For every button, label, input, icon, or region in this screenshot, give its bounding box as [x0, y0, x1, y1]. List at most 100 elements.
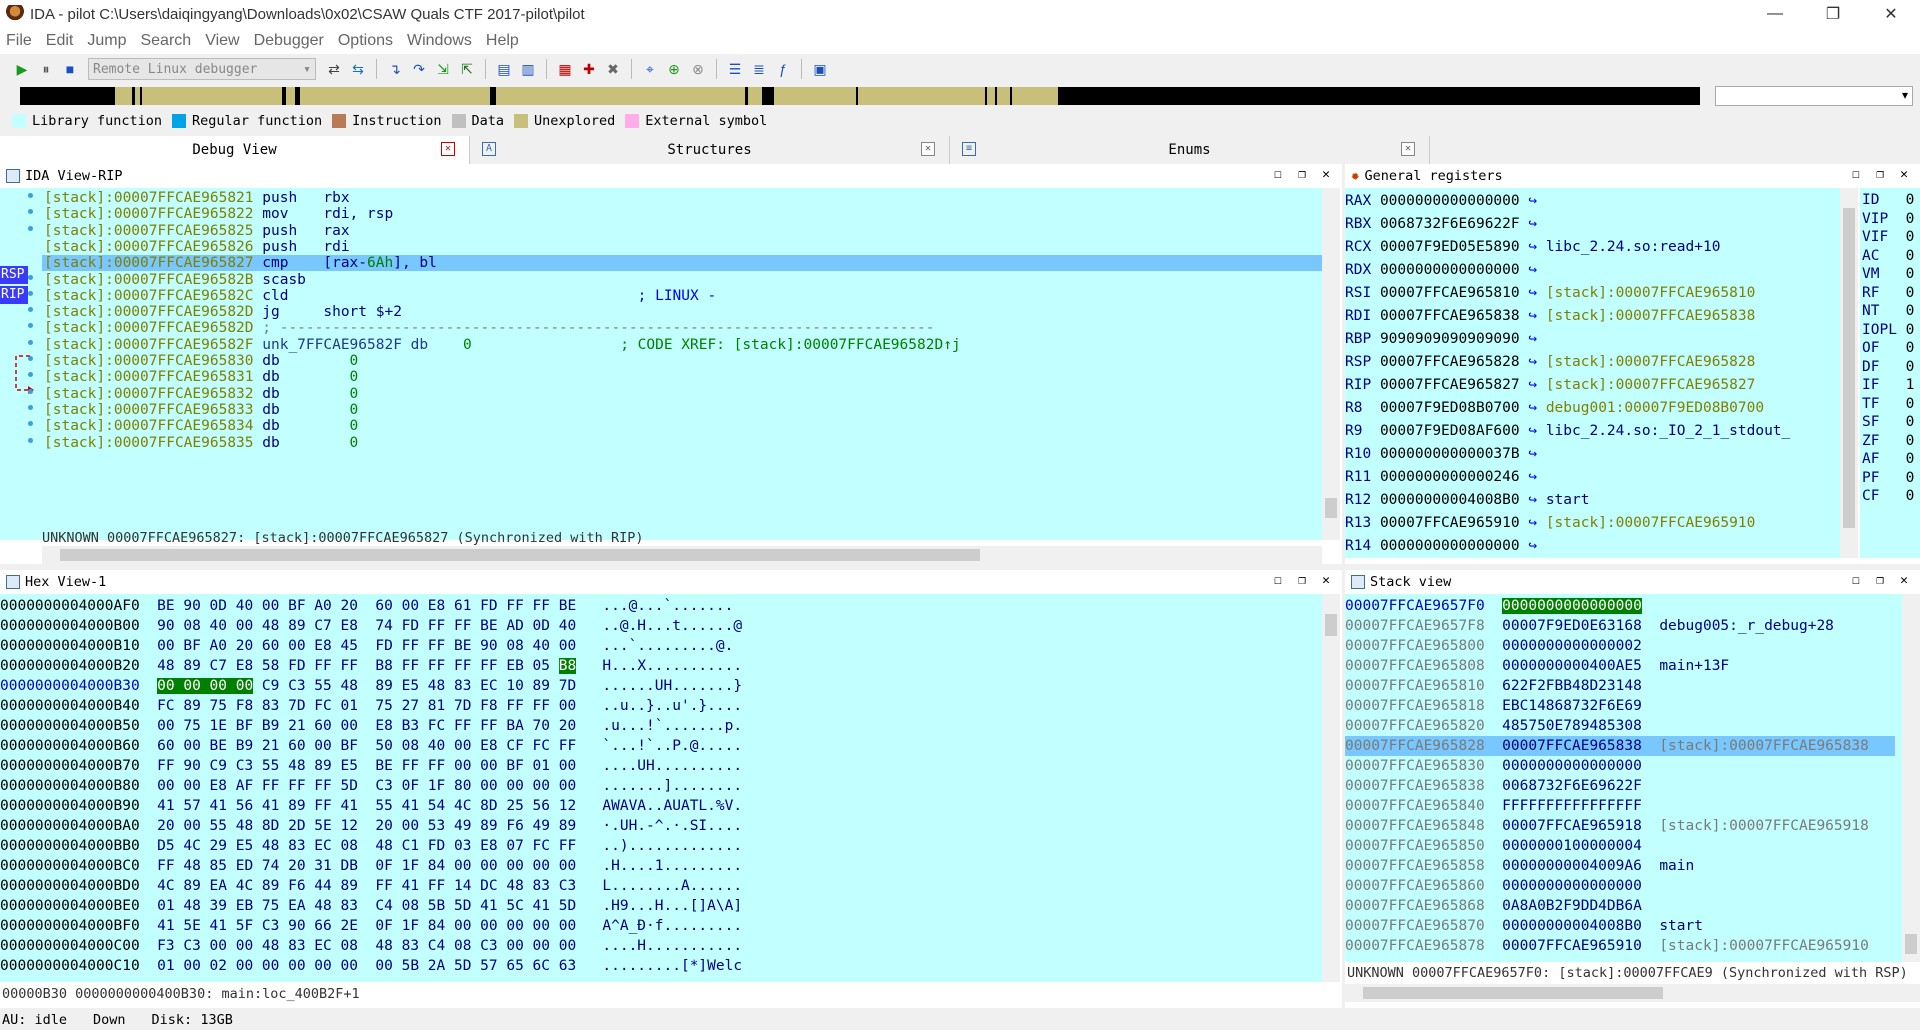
register-list[interactable]: RAX 0000000000000000 ↪ RBX 0068732F6E6962… [1345, 188, 1840, 558]
hex-bytes[interactable]: FF 48 85 ED 74 20 31 DB 0F 1F 84 00 00 0… [157, 858, 576, 874]
stack-view-hscroll[interactable] [1345, 984, 1920, 1002]
stack-row[interactable]: 00007FFCAE965810 622F2FBB48D23148 [1345, 676, 1895, 696]
breakpoint-dot[interactable] [28, 388, 33, 394]
hex-row[interactable]: 0000000004000B80 00 00 E8 AF FF FF FF 5D… [0, 776, 742, 796]
register-reference[interactable]: start [1546, 492, 1590, 508]
register-value[interactable]: 00007FFCAE965810 [1380, 285, 1520, 301]
stack-value[interactable]: 622F2FBB48D23148 [1502, 678, 1642, 694]
menu-options[interactable]: Options [338, 32, 393, 50]
stack-value[interactable]: 0000000000000000 [1502, 598, 1642, 614]
tab-debug-view[interactable]: Debug View ✕ [0, 136, 470, 164]
register-row[interactable]: R12 00000000004008B0 ↪ start [1345, 489, 1840, 512]
hex-bytes[interactable]: 90 08 40 00 48 89 C7 E8 74 FD FF FF BE A… [157, 618, 576, 634]
restore-icon[interactable]: ❐ [1804, 0, 1862, 28]
disasm-line[interactable]: [stack]:00007FFCAE965825 push rax [44, 223, 350, 239]
hex-ascii[interactable]: ..@.H...t......@ [602, 618, 742, 634]
segment-dropdown[interactable] [1715, 86, 1913, 106]
hex-ascii[interactable]: .......]........ [602, 778, 742, 794]
hex-row[interactable]: 0000000004000B40 FC 89 75 F8 83 7D FC 01… [0, 696, 742, 716]
menu-search[interactable]: Search [140, 32, 191, 50]
disasm-line[interactable]: [stack]:00007FFCAE96582D ; -------------… [44, 320, 934, 336]
follow-arrow-icon[interactable]: ↪ [1528, 377, 1537, 393]
flag-value[interactable]: 0 [1906, 414, 1915, 430]
hex-ascii[interactable]: ....UH.......... [602, 758, 742, 774]
register-row[interactable]: RSP 00007FFCAE965828 ↪ [stack]:00007FFCA… [1345, 351, 1840, 374]
panel-close-icon[interactable]: ✕ [1314, 167, 1338, 182]
modules-icon[interactable]: ≣ [749, 59, 769, 79]
follow-arrow-icon[interactable]: ↪ [1528, 308, 1537, 324]
hex-ascii[interactable]: .H9...H...[]A\A] [602, 898, 742, 914]
hex-ascii[interactable]: A^A_Ð·f......... [602, 918, 742, 934]
stack-row[interactable]: 00007FFCAE965820 485750E789485308 [1345, 716, 1895, 736]
hex-bytes[interactable]: 01 00 02 00 00 00 00 00 00 5B 2A 5D 57 6… [157, 958, 576, 974]
stack-trace-icon[interactable]: ☰ [725, 59, 745, 79]
hex-row[interactable]: 0000000004000B50 00 75 1E BF B9 21 60 00… [0, 716, 742, 736]
panel-restore-icon[interactable]: ☐ [1844, 573, 1868, 588]
register-value[interactable]: 00007FFCAE965828 [1380, 354, 1520, 370]
hex-row[interactable]: 0000000004000AF0 BE 90 0D 40 00 BF A0 20… [0, 596, 733, 616]
register-value[interactable]: 00007F9ED08B0700 [1380, 400, 1520, 416]
breakpoint-dot[interactable] [28, 290, 33, 296]
panel-restore-icon[interactable]: ☐ [1266, 167, 1290, 182]
stack-value[interactable]: FFFFFFFFFFFFFFFF [1502, 798, 1642, 814]
register-value[interactable]: 0000000000000246 [1380, 469, 1520, 485]
stack-row[interactable]: 00007FFCAE965868 0A8A0B2F9DD4DB6A [1345, 896, 1895, 916]
segments-icon[interactable]: ▣ [810, 59, 830, 79]
stack-reference[interactable]: start [1659, 918, 1703, 934]
hex-ascii[interactable]: ...@...`....... [602, 598, 733, 614]
hex-row[interactable]: 0000000004000B10 00 BF A0 20 60 00 E8 45… [0, 636, 733, 656]
register-reference[interactable]: [stack]:00007FFCAE965828 [1546, 354, 1756, 370]
register-row[interactable]: RSI 00007FFCAE965810 ↪ [stack]:00007FFCA… [1345, 282, 1840, 305]
stack-value[interactable]: 0000000000000000 [1502, 878, 1642, 894]
stack-view-vscroll[interactable] [1902, 594, 1920, 962]
follow-arrow-icon[interactable]: ↪ [1528, 400, 1537, 416]
flags-list[interactable]: ID 0 VIP 0 VIF 0 AC 0 VM 0 RF 0 NT 0 IOPL 0 OF 0… [1860, 188, 1920, 558]
register-value[interactable]: 0000000000000000 [1380, 538, 1520, 554]
follow-arrow-icon[interactable]: ↪ [1528, 262, 1537, 278]
hex-ascii[interactable]: AWAVA..AUATL.%V. [602, 798, 742, 814]
hex-cursor[interactable]: B8 [558, 658, 577, 674]
disasm-line[interactable]: [stack]:00007FFCAE965835 db 0 [44, 435, 358, 451]
breakpoint-dot[interactable] [28, 274, 33, 280]
hex-bytes[interactable]: 00 BF A0 20 60 00 E8 45 FD FF FF BE 90 0… [157, 638, 576, 654]
register-reference[interactable]: [stack]:00007FFCAE965838 [1546, 308, 1756, 324]
register-reference[interactable]: [stack]:00007FFCAE965827 [1546, 377, 1756, 393]
disasm-line[interactable]: [stack]:00007FFCAE965833 db 0 [44, 402, 358, 418]
flag-row[interactable]: AC 0 [1862, 246, 1914, 266]
hex-dump[interactable]: 0000000004000AF0 BE 90 0D 40 00 BF A0 20… [0, 594, 1322, 982]
register-value[interactable]: 0000000000000000 [1380, 193, 1520, 209]
disasm-line[interactable]: [stack]:00007FFCAE965832 db 0 [44, 386, 358, 402]
register-row[interactable]: R10 000000000000037B ↪ [1345, 443, 1840, 466]
stack-value[interactable]: 0068732F6E69622F [1502, 778, 1642, 794]
show-threads-icon[interactable]: ▥ [518, 59, 538, 79]
stack-row[interactable]: 00007FFCAE965818 EBC14868732F6E69 [1345, 696, 1895, 716]
flag-value[interactable]: 0 [1906, 488, 1915, 504]
register-row[interactable]: RAX 0000000000000000 ↪ [1345, 190, 1840, 213]
register-row[interactable]: R9 00007F9ED08AF600 ↪ libc_2.24.so:_IO_2… [1345, 420, 1840, 443]
flag-row[interactable]: ID 0 [1862, 190, 1914, 210]
registers-vscroll[interactable] [1840, 188, 1858, 558]
hex-row[interactable]: 0000000004000B70 FF 90 C9 C3 55 48 89 E5… [0, 756, 742, 776]
stack-value[interactable]: 0000000000000002 [1502, 638, 1642, 654]
stack-row[interactable]: 00007FFCAE965878 00007FFCAE965910 [stack… [1345, 936, 1895, 956]
stack-value[interactable]: 0000000000400AE5 [1502, 658, 1642, 674]
menu-help[interactable]: Help [486, 32, 519, 50]
follow-arrow-icon[interactable]: ↪ [1528, 285, 1537, 301]
tracing-icon[interactable]: ⌖ [640, 59, 660, 79]
show-memory-icon[interactable]: ▤ [494, 59, 514, 79]
hex-row[interactable]: 0000000004000BF0 41 5E 41 5F C3 90 66 2E… [0, 916, 742, 936]
follow-arrow-icon[interactable]: ↪ [1528, 239, 1537, 255]
panel-restore-icon[interactable]: ☐ [1266, 573, 1290, 588]
hex-row[interactable]: 0000000004000B20 48 89 C7 E8 58 FD FF FF… [0, 656, 742, 676]
stack-row[interactable]: 00007FFCAE965840 FFFFFFFFFFFFFFFF [1345, 796, 1895, 816]
hex-row[interactable]: 0000000004000BC0 FF 48 85 ED 74 20 31 DB… [0, 856, 742, 876]
stack-list[interactable]: 00007FFCAE9657F0 0000000000000000 00007FF… [1345, 594, 1902, 962]
stack-row[interactable]: 00007FFCAE9657F0 0000000000000000 [1345, 596, 1895, 616]
disasm-line[interactable]: [stack]:00007FFCAE965826 push rdi [44, 239, 350, 255]
step-over-icon[interactable]: ↷ [409, 59, 429, 79]
follow-arrow-icon[interactable]: ↪ [1528, 423, 1537, 439]
breakpoint-dot[interactable] [28, 437, 33, 443]
disasm-line[interactable]: [stack]:00007FFCAE965831 db 0 [44, 369, 358, 385]
hex-view-vscroll[interactable] [1322, 594, 1340, 982]
run-to-cursor-icon[interactable]: ⇲ [433, 59, 453, 79]
